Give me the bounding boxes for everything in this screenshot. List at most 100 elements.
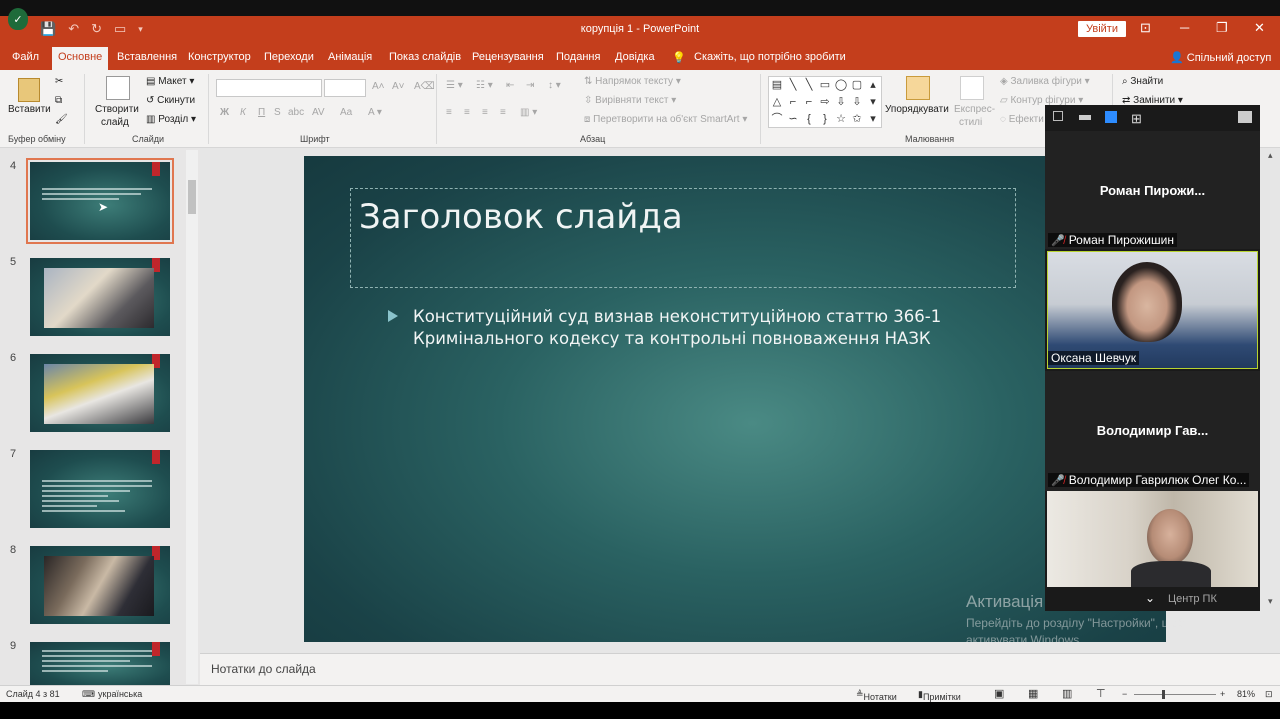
tab-view[interactable]: Подання [556, 51, 600, 63]
cut-icon[interactable]: ✂ [55, 76, 63, 87]
tab-insert[interactable]: Вставлення [117, 51, 177, 63]
slide-sorter-icon[interactable]: ▦ [1028, 687, 1038, 700]
tab-design[interactable]: Конструктор [188, 51, 251, 63]
section-button[interactable]: ▥ Розділ ▾ [146, 114, 196, 125]
tab-animations[interactable]: Анімація [328, 51, 372, 63]
slide-bullet-text[interactable]: Конституційний суд визнав неконституційн… [413, 306, 973, 350]
underline-button[interactable]: П [258, 107, 265, 118]
curve-shape-icon[interactable]: ∽ [788, 111, 797, 127]
justify-icon[interactable]: ≡ [500, 107, 506, 118]
chevron-down-icon[interactable]: ⌄ [1145, 591, 1155, 605]
notes-pane[interactable]: Нотатки до слайда [200, 653, 1280, 685]
ribbon-display-options-icon[interactable]: ⊡ [1140, 20, 1151, 36]
tab-review[interactable]: Рецензування [472, 51, 544, 63]
change-case-button[interactable]: Aa [340, 107, 352, 118]
normal-view-icon[interactable]: ▣ [994, 687, 1004, 700]
more-shapes-icon[interactable]: ▾ [870, 111, 876, 127]
rounded-rect-shape-icon[interactable]: ▢ [852, 77, 862, 93]
reset-button[interactable]: ↺ Скинути [146, 95, 195, 106]
scrollbar-thumb[interactable] [188, 180, 196, 214]
participant-tile[interactable]: Роман Пирожи... 🎤̸ Роман Пирожишин [1045, 131, 1260, 249]
thumbnail-scrollbar[interactable] [186, 150, 198, 684]
arrow-down-shape-icon[interactable]: ⇩ [852, 94, 861, 110]
triangle-shape-icon[interactable]: △ [773, 94, 781, 110]
close-button[interactable]: ✕ [1254, 20, 1265, 36]
exit-fullscreen-icon[interactable] [1238, 111, 1252, 123]
italic-button[interactable]: К [240, 107, 246, 118]
tab-transitions[interactable]: Переходи [264, 51, 314, 63]
text-box-shape-icon[interactable]: ▤ [772, 77, 782, 93]
numbering-icon[interactable]: ☷ ▾ [476, 80, 493, 91]
current-slide[interactable]: Заголовок слайда Конституційний суд визн… [304, 156, 1166, 642]
strikethrough-button[interactable]: S [274, 107, 281, 118]
oval-shape-icon[interactable]: ◯ [835, 77, 847, 93]
align-right-icon[interactable]: ≡ [482, 107, 488, 118]
shape-fill-button[interactable]: ◈ Заливка фігури ▾ [1000, 76, 1090, 87]
line-spacing-icon[interactable]: ↕ ▾ [548, 80, 561, 91]
zoom-out-icon[interactable]: − [1122, 689, 1127, 699]
line-shape-icon[interactable]: ╲ [806, 77, 813, 93]
text-direction-button[interactable]: ⇅ Напрямок тексту ▾ [584, 76, 681, 87]
star-shape-icon[interactable]: ✩ [852, 111, 861, 127]
restore-button[interactable]: ❐ [1216, 20, 1228, 36]
star-shape-icon[interactable]: ☆ [836, 111, 846, 127]
login-button[interactable]: Увійти [1078, 21, 1126, 37]
slide-thumbnail[interactable] [30, 354, 170, 432]
reading-view-icon[interactable]: ▥ [1062, 687, 1072, 700]
decrease-font-icon[interactable]: A˅ [392, 81, 405, 92]
notes-toggle[interactable]: ≜ Нотатки [856, 689, 897, 702]
slide-thumbnail[interactable] [30, 546, 170, 624]
curve-shape-icon[interactable]: ⌒ [772, 111, 783, 127]
slide-thumbnail[interactable]: ➤ [26, 158, 174, 244]
minimize-button[interactable]: ─ [1180, 20, 1189, 35]
font-size-select[interactable] [324, 79, 366, 97]
slide-thumbnail[interactable] [30, 258, 170, 336]
decrease-indent-icon[interactable]: ⇤ [506, 80, 514, 91]
hide-video-icon[interactable] [1079, 115, 1091, 120]
slideshow-view-icon[interactable]: ⊤ [1096, 687, 1106, 700]
arrange-button[interactable]: Упорядкувати [885, 104, 949, 115]
align-text-button[interactable]: ⇳ Вирівняти текст ▾ [584, 95, 676, 106]
new-slide-label-2[interactable]: слайд [101, 117, 129, 128]
shapes-gallery[interactable]: ▤ ╲ ╲ ▭ ◯ ▢ ▴ △ ⌐ ⌐ ⇨ ⇩ ⇩ ▾ ⌒ ∽ { } ☆ ✩ … [768, 76, 882, 128]
copy-icon[interactable]: ⧉ [55, 95, 62, 106]
title-placeholder[interactable]: Заголовок слайда [350, 188, 1016, 288]
shadow-button[interactable]: abc [288, 107, 304, 118]
gallery-view-icon[interactable]: ⊞ [1131, 111, 1142, 127]
participant-tile[interactable]: Володимир Гав... 🎤̸ Володимир Гаврилюк Ол… [1045, 371, 1260, 491]
align-left-icon[interactable]: ≡ [446, 107, 452, 118]
connector-shape-icon[interactable]: ⌐ [806, 94, 812, 110]
smartart-button[interactable]: ⧈ Перетворити на об'єкт SmartArt ▾ [584, 114, 747, 125]
bullets-icon[interactable]: ☰ ▾ [446, 80, 463, 91]
arrow-down-shape-icon[interactable]: ⇩ [836, 94, 845, 110]
tab-help[interactable]: Довідка [615, 51, 655, 63]
increase-font-icon[interactable]: A˄ [372, 81, 385, 92]
new-slide-label-1[interactable]: Створити [95, 104, 139, 115]
shape-effects-button[interactable]: ◌ Ефекти ▾ [1000, 114, 1052, 125]
arrow-right-shape-icon[interactable]: ⇨ [820, 94, 829, 110]
zoom-in-icon[interactable]: + [1220, 689, 1225, 699]
quick-styles-icon[interactable] [960, 76, 984, 100]
zoom-slider[interactable] [1134, 694, 1216, 695]
editor-scroll-up-icon[interactable]: ▴ [1268, 150, 1273, 161]
minimize-video-icon[interactable] [1053, 111, 1063, 121]
language-label[interactable]: українська [98, 689, 142, 699]
speaker-view-icon[interactable] [1105, 111, 1117, 123]
tab-file[interactable]: Файл [12, 51, 39, 63]
line-shape-icon[interactable]: ╲ [790, 77, 797, 93]
zoom-slider-thumb[interactable] [1162, 690, 1165, 699]
bold-button[interactable]: Ж [220, 107, 229, 118]
editor-scroll-down-icon[interactable]: ▾ [1268, 596, 1273, 607]
brace-right-shape-icon[interactable]: } [823, 111, 827, 127]
arrange-icon[interactable] [906, 76, 930, 100]
slide-thumbnail[interactable] [30, 450, 170, 528]
font-color-icon[interactable]: A ▾ [368, 107, 382, 118]
paste-icon[interactable] [18, 78, 40, 102]
tell-me-search[interactable]: Скажіть, що потрібно зробити [694, 51, 846, 63]
align-center-icon[interactable]: ≡ [464, 107, 470, 118]
char-spacing-button[interactable]: AV [312, 107, 325, 118]
quick-styles-label-1[interactable]: Експрес- [954, 104, 995, 115]
scroll-down-icon[interactable]: ▾ [870, 94, 876, 110]
paste-button[interactable]: Вставити [8, 104, 51, 115]
new-slide-icon[interactable] [106, 76, 130, 100]
